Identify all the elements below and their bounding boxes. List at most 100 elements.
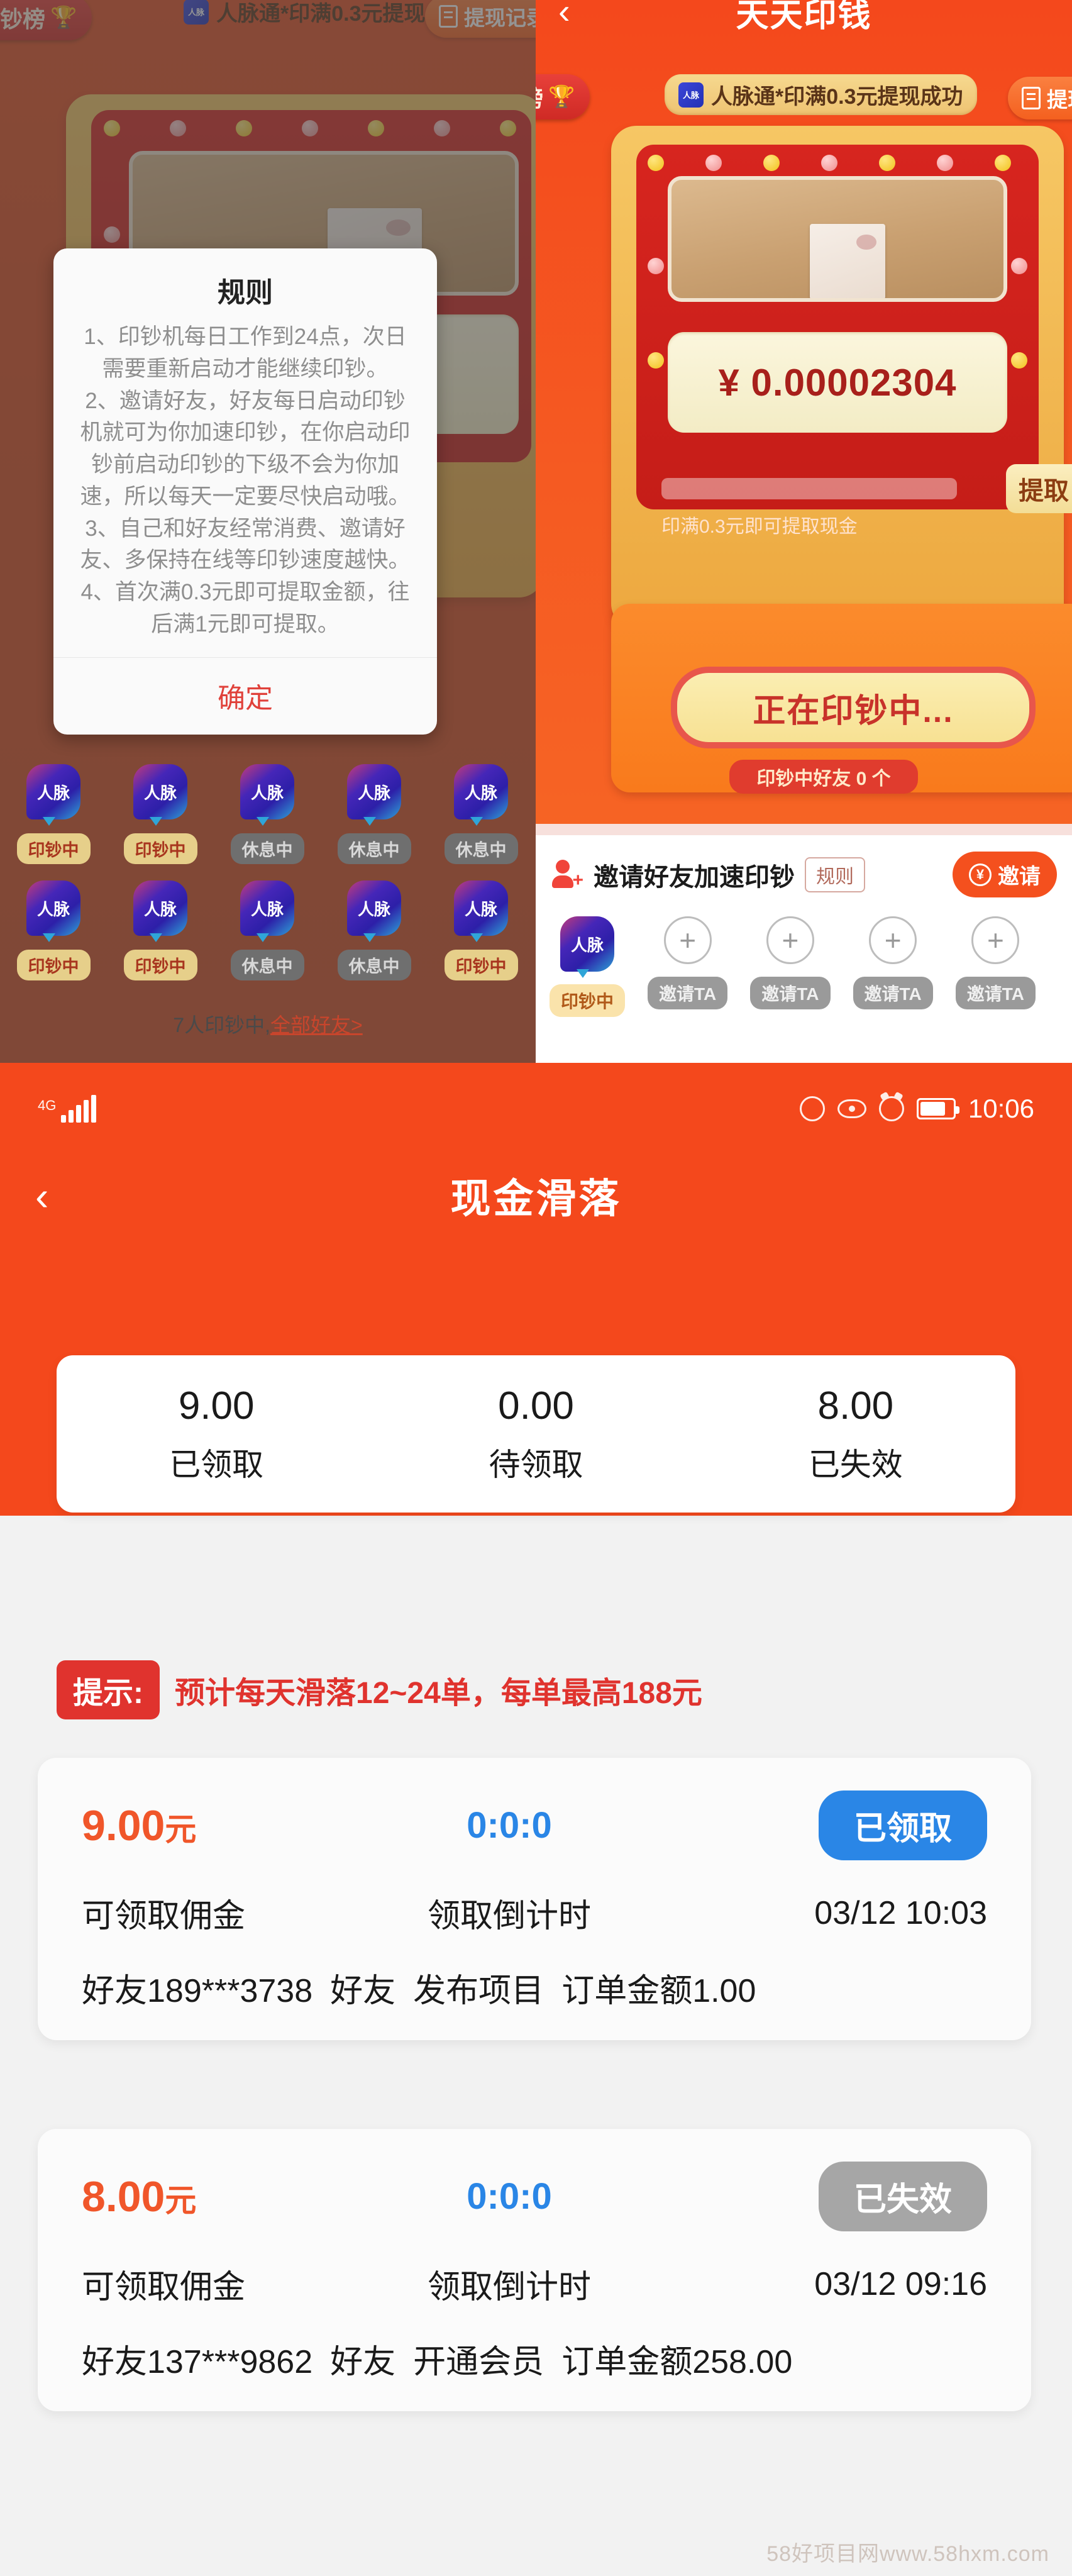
friend-grid: 人脉 印钞中 人脉 印钞中 人脉 休息中 人脉 休息中 人脉 休息中 人脉 印钞… <box>0 764 536 997</box>
document-icon <box>1022 87 1041 109</box>
rank-button-label: 印钞榜 <box>536 80 543 113</box>
friend-grid-footer: 7人印钞中,全部好友> <box>0 1009 536 1038</box>
friend-cell[interactable]: 人脉 印钞中 <box>428 880 534 980</box>
top-screenshots-strip: 24.4 印钞榜 🏆 人脉 人脉通*印满0.3元提现成功 提现记录 规则 <box>0 0 1072 1063</box>
order-amount: 8.00元 <box>82 2172 377 2221</box>
status-bar-left: 4G <box>38 1095 97 1123</box>
friend-cell[interactable]: 人脉 印钞中 <box>107 764 214 864</box>
invite-cta-button[interactable]: ¥ 邀请 <box>953 852 1057 897</box>
trophy-icon: 🏆 <box>548 85 575 109</box>
plus-icon: + <box>663 916 712 964</box>
invite-slot-empty[interactable]: + 邀请TA <box>648 916 728 1017</box>
rule-line-4: 4、首次满0.3元即可提取金额，往后满1元即可提取。 <box>80 580 410 636</box>
invite-section-title: 邀请好友加速印钞 <box>594 863 795 891</box>
tip-badge: 提示: <box>57 1660 160 1719</box>
invite-slot-empty[interactable]: + 邀请TA <box>853 916 933 1017</box>
right-notice-strip[interactable]: 人脉 人脉通*印满0.3元提现成功 <box>665 74 977 115</box>
friend-cell[interactable]: 人脉 印钞中 <box>0 880 107 980</box>
stat-pending: 0.00 待领取 <box>376 1355 695 1513</box>
eye-icon <box>837 1099 866 1118</box>
order-amount-unit: 元 <box>165 1811 197 1847</box>
status-badge: 印钞中 <box>123 950 197 980</box>
order-action: 发布项目 <box>413 1973 544 2009</box>
threshold-hint: 印满0.3元即可提取现金 <box>661 516 858 537</box>
avatar: 人脉 <box>133 764 187 826</box>
watermark: 58好项目网www.58hxm.com <box>766 2542 1049 2566</box>
order-countdown-label: 领取倒计时 <box>427 2269 591 2306</box>
order-card[interactable]: 9.00元 0:0:0 已领取 可领取佣金 领取倒计时 03/12 10:03 … <box>38 1758 1031 2040</box>
friend-cell[interactable]: 人脉 印钞中 <box>107 880 214 980</box>
avatar: 人脉 <box>26 764 80 826</box>
notice-avatar: 人脉 <box>678 82 704 108</box>
yuan-icon: ¥ <box>969 863 992 886</box>
order-countdown: 0:0:0 <box>467 1805 552 1846</box>
friend-cell[interactable]: 人脉 休息中 <box>214 880 321 980</box>
printing-friends-count: 印钞中好友 0 个 <box>729 760 918 794</box>
page-title: 现金滑落 <box>450 1176 622 1221</box>
status-badge: 休息中 <box>230 833 304 864</box>
take-cash-button[interactable]: 提取 <box>1006 464 1072 513</box>
order-status-button[interactable]: 已领取 <box>818 1790 987 1860</box>
stat-value: 0.00 <box>498 1384 574 1428</box>
friend-grid-footer-count: 7人印钞中, <box>173 1014 270 1036</box>
order-card-row-detail: 好友137***9862 好友 开通会员 订单金额258.00 <box>82 2335 987 2382</box>
invite-section: + 邀请好友加速印钞 规则 ¥ 邀请 人脉 印钞中 + 邀请TA + 邀请TA … <box>536 824 1072 1063</box>
friend-cell[interactable]: 人脉 休息中 <box>428 764 534 864</box>
left-screen: 24.4 印钞榜 🏆 人脉 人脉通*印满0.3元提现成功 提现记录 规则 <box>0 0 536 1063</box>
order-status-button[interactable]: 已失效 <box>818 2162 987 2231</box>
order-countdown-label: 领取倒计时 <box>427 1898 591 1935</box>
order-card-row-detail: 好友189***3738 好友 发布项目 订单金额1.00 <box>82 1964 987 2011</box>
order-card[interactable]: 8.00元 0:0:0 已失效 可领取佣金 领取倒计时 03/12 09:16 … <box>38 2129 1031 2411</box>
order-amount-value: 9.00 <box>82 1801 165 1850</box>
all-friends-link[interactable]: 全部好友> <box>270 1014 363 1036</box>
invite-slot-label: 邀请TA <box>853 977 933 1009</box>
invite-slot-empty[interactable]: + 邀请TA <box>750 916 831 1017</box>
stat-expired: 8.00 已失效 <box>696 1355 1015 1513</box>
network-type-label: 4G <box>38 1097 57 1113</box>
start-printing-button[interactable]: 正在印钞中... <box>671 667 1036 748</box>
invite-slot-empty[interactable]: + 邀请TA <box>955 916 1036 1017</box>
status-bar-time: 10:06 <box>968 1094 1034 1123</box>
plus-icon: + <box>971 916 1020 964</box>
order-time: 03/12 09:16 <box>814 2265 987 2302</box>
earnings-amount-plate: ¥ 0.00002304 <box>668 332 1007 433</box>
order-amount-unit: 元 <box>165 2182 197 2218</box>
order-relation: 好友 <box>330 2344 396 2380</box>
status-bar-right: 10:06 <box>799 1094 1034 1124</box>
avatar: 人脉 <box>347 764 401 826</box>
order-amount-value: 8.00 <box>82 2172 165 2221</box>
stat-label: 已失效 <box>808 1446 903 1482</box>
status-badge: 印钞中 <box>550 984 626 1017</box>
right-withdraw-button[interactable]: 提现 <box>1008 77 1072 119</box>
order-total: 订单金额1.00 <box>561 1973 756 2009</box>
right-rank-button[interactable]: 印钞榜 🏆 <box>536 74 590 119</box>
order-relation: 好友 <box>330 1973 396 2009</box>
rule-line-2: 2、邀请好友，好友每日启动印钞机就可为你加速印钞，在你启动印钞前启动印钞的下级不… <box>80 388 411 509</box>
earnings-amount: ¥ 0.00002304 <box>718 361 957 404</box>
right-page-title: 天天印钱 <box>736 0 872 34</box>
plus-icon: + <box>766 916 814 964</box>
order-total: 订单金额258.00 <box>561 2344 793 2380</box>
avatar: 人脉 <box>26 880 80 942</box>
friend-cell[interactable]: 人脉 休息中 <box>321 764 428 864</box>
invite-slot-filled[interactable]: 人脉 印钞中 <box>550 916 626 1017</box>
rules-dialog: 规则 1、印钞机每日工作到24点，次日需要重新启动才能继续印钞。 2、邀请好友，… <box>53 248 437 735</box>
order-amount-label: 可领取佣金 <box>82 2269 246 2306</box>
status-badge: 休息中 <box>337 833 411 864</box>
order-friend: 好友137***9862 <box>82 2344 313 2380</box>
invite-rules-button[interactable]: 规则 <box>805 857 865 892</box>
rule-line-1: 1、印钞机每日工作到24点，次日需要重新启动才能继续印钞。 <box>84 325 407 381</box>
friend-cell[interactable]: 人脉 休息中 <box>321 880 428 980</box>
friend-cell[interactable]: 人脉 休息中 <box>214 764 321 864</box>
withdraw-label: 提现 <box>1047 88 1072 111</box>
status-badge: 休息中 <box>230 950 304 980</box>
avatar: 人脉 <box>240 764 294 826</box>
rules-dialog-body: 1、印钞机每日工作到24点，次日需要重新启动才能继续印钞。 2、邀请好友，好友每… <box>53 321 437 657</box>
invite-header: + 邀请好友加速印钞 规则 ¥ 邀请 <box>536 835 1072 897</box>
rules-confirm-button[interactable]: 确定 <box>53 658 437 735</box>
signal-bars-icon <box>61 1095 97 1123</box>
order-amount-label: 可领取佣金 <box>82 1898 246 1935</box>
invite-slot-row: 人脉 印钞中 + 邀请TA + 邀请TA + 邀请TA + 邀请TA <box>536 897 1072 1017</box>
friend-cell[interactable]: 人脉 印钞中 <box>0 764 107 864</box>
machine-window <box>668 176 1007 302</box>
